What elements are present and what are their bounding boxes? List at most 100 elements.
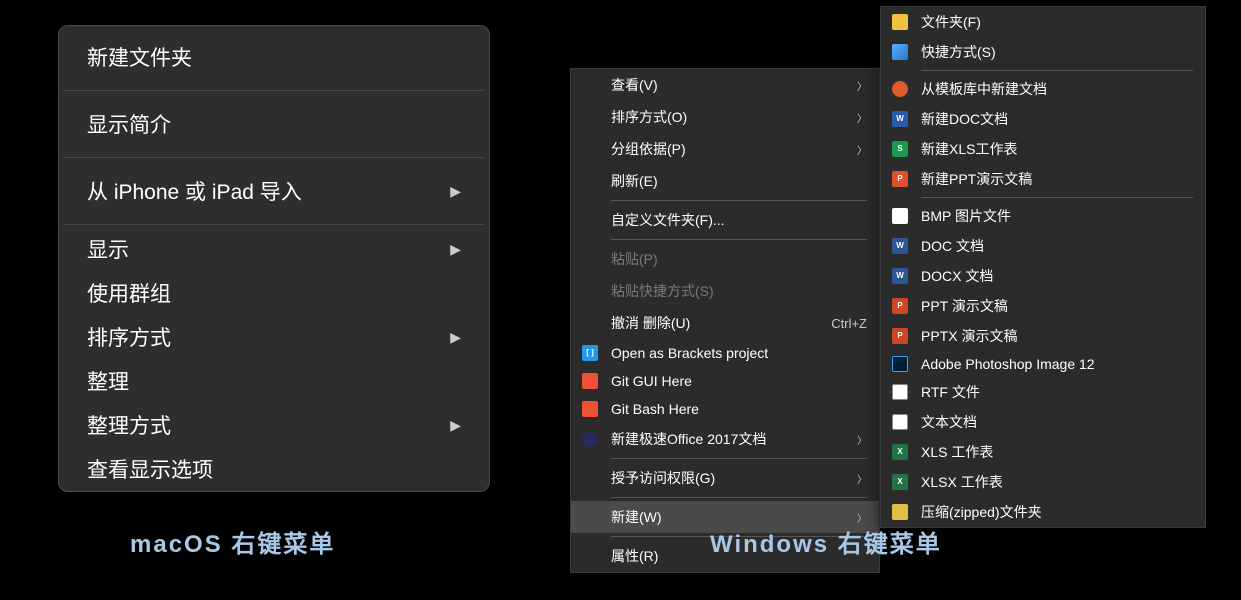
zip-icon (891, 503, 909, 521)
menu-item[interactable]: 排序方式(O)〉 (571, 101, 879, 133)
submenu-item-label: DOCX 文档 (921, 266, 993, 286)
menu-item[interactable]: 自定义文件夹(F)... (571, 204, 879, 236)
menu-item[interactable]: 撤消 删除(U) Ctrl+Z (571, 307, 879, 339)
separator (611, 239, 867, 240)
menu-item-label: 自定义文件夹(F)... (611, 210, 725, 230)
menu-item[interactable]: Git Bash Here (571, 395, 879, 423)
separator (63, 157, 485, 158)
menu-item-label: 属性(R) (611, 546, 658, 566)
xlsw-icon: X (891, 443, 909, 461)
pptxw-icon: P (891, 327, 909, 345)
submenu-item[interactable]: 从模板库中新建文档 (881, 74, 1205, 104)
menu-item[interactable]: 排序方式 ▶ (59, 315, 489, 359)
separator (611, 458, 867, 459)
menu-item[interactable]: 查看显示选项 (59, 447, 489, 491)
submenu-item[interactable]: 文件夹(F) (881, 7, 1205, 37)
submenu-item[interactable]: WDOCX 文档 (881, 261, 1205, 291)
separator (921, 70, 1193, 71)
menu-item[interactable]: 刷新(E) (571, 165, 879, 197)
bmp-icon (891, 207, 909, 225)
windows-label: Windows 右键菜单 (710, 524, 942, 559)
submenu-item[interactable]: 文本文档 (881, 407, 1205, 437)
xlsxw-icon: X (891, 473, 909, 491)
menu-item[interactable]: 从 iPhone 或 iPad 导入 ▶ (59, 160, 489, 222)
submenu-item[interactable]: 压缩(zipped)文件夹 (881, 497, 1205, 527)
menu-item[interactable]: 整理方式▶ (59, 403, 489, 447)
menu-item: 粘贴快捷方式(S) (571, 275, 879, 307)
menu-item[interactable]: 使用群组 (59, 271, 489, 315)
menu-item-label: 整理方式 (87, 410, 171, 440)
windows-context-menu: 查看(V)〉排序方式(O)〉分组依据(P)〉刷新(E)自定义文件夹(F)...粘… (570, 68, 880, 573)
submenu-item-label: XLS 工作表 (921, 442, 993, 462)
submenu-item[interactable]: BMP 图片文件 (881, 201, 1205, 231)
menu-item[interactable]: 新建文件夹 (59, 26, 489, 88)
menu-item-label: 粘贴(P) (611, 249, 658, 269)
brackets-icon: [ ] (581, 344, 599, 362)
submenu-item-label: 文本文档 (921, 412, 977, 432)
menu-item[interactable]: 分组依据(P)〉 (571, 133, 879, 165)
xls-icon: S (891, 140, 909, 158)
menu-item-label: 查看(V) (611, 75, 658, 95)
chevron-right-icon: ▶ (450, 329, 461, 346)
shortcut-icon (891, 43, 909, 61)
menu-item-label: 新建(W) (611, 507, 662, 527)
chevron-right-icon: 〉 (857, 471, 867, 486)
submenu-item[interactable]: X XLS 工作表 (881, 437, 1205, 467)
submenu-item[interactable]: PPPTX 演示文稿 (881, 321, 1205, 351)
chevron-right-icon: 〉 (857, 142, 867, 157)
ps-icon (891, 355, 909, 373)
menu-item-label: 授予访问权限(G) (611, 468, 715, 488)
menu-item[interactable]: 整理 (59, 359, 489, 403)
chevron-right-icon: 〉 (857, 510, 867, 525)
pptw-icon: P (891, 297, 909, 315)
docw-icon: W (891, 237, 909, 255)
submenu-item[interactable]: 快捷方式(S) (881, 37, 1205, 67)
menu-item-label: 刷新(E) (611, 171, 658, 191)
menu-item-label: 排序方式 (87, 322, 171, 352)
menu-item-label: Git GUI Here (611, 373, 692, 389)
doc-icon: W (891, 110, 909, 128)
menu-item[interactable]: 查看(V)〉 (571, 69, 879, 101)
menu-item[interactable]: [ ] Open as Brackets project (571, 339, 879, 367)
submenu-item[interactable]: RTF 文件 (881, 377, 1205, 407)
separator (921, 197, 1193, 198)
folder-icon (891, 13, 909, 31)
menu-item-label: 显示简介 (87, 109, 171, 139)
menu-item[interactable]: Git GUI Here (571, 367, 879, 395)
chevron-right-icon: ▶ (450, 183, 461, 200)
submenu-item[interactable]: XXLSX 工作表 (881, 467, 1205, 497)
menu-item-label: 使用群组 (87, 278, 171, 308)
menu-item-label: 查看显示选项 (87, 454, 213, 484)
menu-item[interactable]: 显示简介 (59, 93, 489, 155)
submenu-item-label: 压缩(zipped)文件夹 (921, 502, 1042, 522)
submenu-item[interactable]: P新建PPT演示文稿 (881, 164, 1205, 194)
submenu-item[interactable]: S新建XLS工作表 (881, 134, 1205, 164)
office-icon (581, 430, 599, 448)
menu-item[interactable]: 显示▶ (59, 227, 489, 271)
submenu-item-label: 快捷方式(S) (921, 42, 996, 62)
separator (63, 224, 485, 225)
chevron-right-icon: 〉 (857, 432, 867, 447)
separator (611, 200, 867, 201)
menu-item: 粘贴(P) (571, 243, 879, 275)
menu-item-label: 从 iPhone 或 iPad 导入 (87, 176, 302, 206)
submenu-item[interactable]: PPPT 演示文稿 (881, 291, 1205, 321)
menu-item-label: Open as Brackets project (611, 345, 768, 361)
template-icon (891, 80, 909, 98)
menu-item[interactable]: 授予访问权限(G) 〉 (571, 462, 879, 494)
macos-label: macOS 右键菜单 (130, 524, 335, 559)
chevron-right-icon: ▶ (450, 241, 461, 258)
submenu-item[interactable]: W新建DOC文档 (881, 104, 1205, 134)
macos-context-menu: 新建文件夹显示简介从 iPhone 或 iPad 导入▶显示▶使用群组排序方式▶… (58, 25, 490, 492)
rtf-icon (891, 383, 909, 401)
menu-item[interactable]: 新建极速Office 2017文档〉 (571, 423, 879, 455)
git-icon (581, 372, 599, 390)
menu-item-label: 撤消 删除(U) (611, 313, 690, 333)
shortcut-label: Ctrl+Z (831, 316, 867, 331)
submenu-item-label: 从模板库中新建文档 (921, 79, 1047, 99)
menu-item-label: 粘贴快捷方式(S) (611, 281, 714, 301)
submenu-item[interactable]: WDOC 文档 (881, 231, 1205, 261)
submenu-item[interactable]: Adobe Photoshop Image 12 (881, 351, 1205, 377)
separator (63, 90, 485, 91)
separator (611, 497, 867, 498)
